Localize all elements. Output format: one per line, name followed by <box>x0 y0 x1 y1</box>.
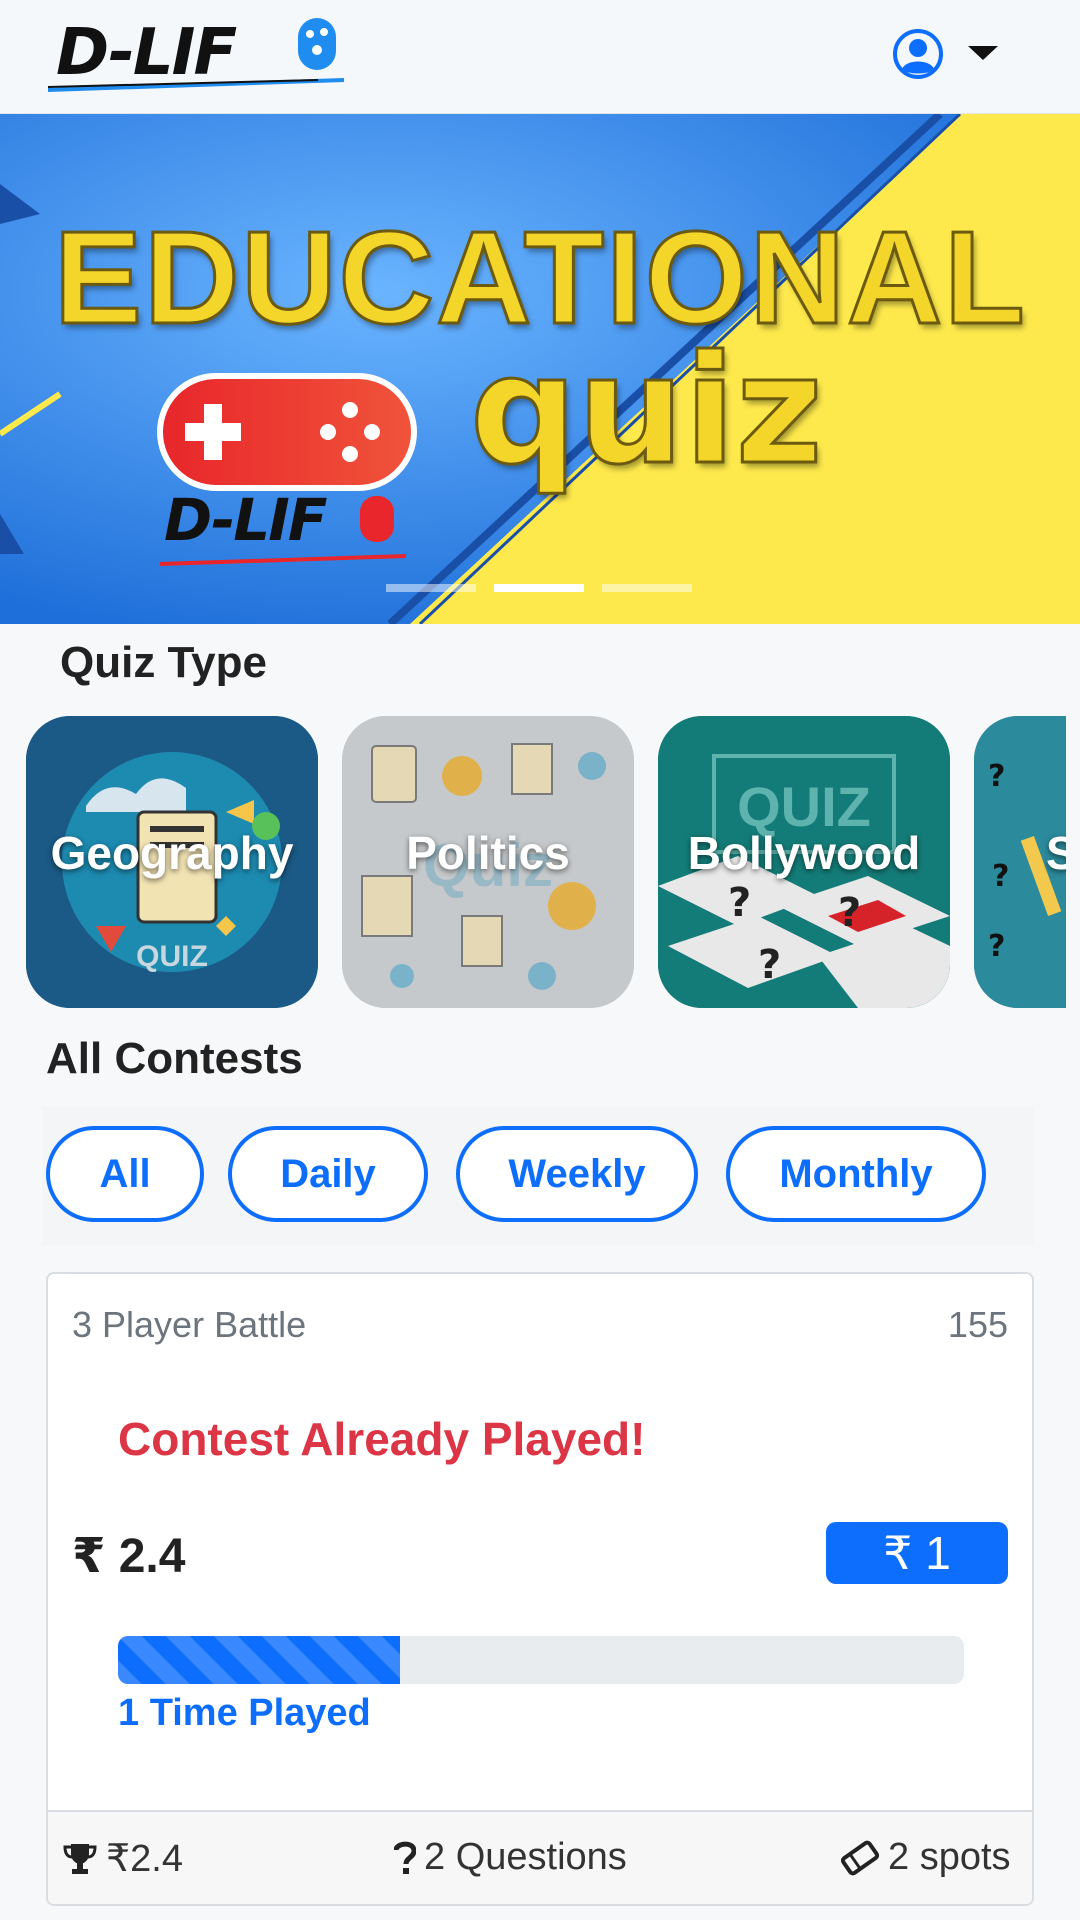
quiz-tile-bollywood[interactable]: QUIZ ? ? ? Bollywood <box>658 716 950 1008</box>
question-mark-icon <box>394 1841 416 1874</box>
filter-monthly-button[interactable]: Monthly <box>726 1126 986 1222</box>
quiz-tile-geography[interactable]: QUIZ Geography <box>26 716 318 1008</box>
quiz-tile-label: S <box>1046 827 1066 879</box>
banner-subtitle: quiz <box>469 323 825 500</box>
quiz-tile-label: Bollywood <box>687 827 921 879</box>
promo-banner-carousel[interactable]: EDUCATIONAL quiz D-LIF <box>0 114 1080 624</box>
banner-logo-text: D-LIF <box>164 486 327 554</box>
times-played-label: 1 Time Played <box>118 1692 371 1734</box>
participation-progress-bar <box>118 1636 964 1684</box>
svg-text:?: ? <box>758 942 781 988</box>
ticket-icon <box>840 1840 880 1875</box>
contest-card[interactable]: 3 Player Battle 155 Contest Already Play… <box>46 1272 1034 1906</box>
footer-spots: 2 spots <box>840 1836 1011 1879</box>
footer-questions-text: 2 Questions <box>424 1836 627 1878</box>
carousel-indicator-2[interactable] <box>494 584 584 592</box>
filter-all-button[interactable]: All <box>46 1126 204 1222</box>
prize-pool: ₹ 2.4 <box>72 1530 186 1583</box>
quiz-tile-partial[interactable]: ? ? ? S <box>974 716 1066 1008</box>
filter-weekly-button[interactable]: Weekly <box>456 1126 698 1222</box>
gamepad-icon <box>298 18 336 70</box>
progress-fill <box>118 1636 400 1684</box>
contest-filter-bar: All Daily Weekly Monthly <box>42 1106 1034 1246</box>
footer-spots-text: 2 spots <box>888 1836 1011 1878</box>
logo-text: D-LIF <box>56 16 237 90</box>
footer-questions: 2 Questions <box>394 1836 627 1879</box>
svg-text:?: ? <box>728 880 751 926</box>
svg-text:?: ? <box>988 929 1005 964</box>
trophy-icon <box>63 1843 97 1874</box>
app-header: D-LIF <box>0 0 1080 114</box>
all-contests-heading: All Contests <box>46 1034 303 1083</box>
footer-prize: ₹2.4 <box>62 1836 183 1881</box>
svg-text:?: ? <box>838 890 861 936</box>
svg-text:QUIZ: QUIZ <box>136 940 208 973</box>
contest-status: Contest Already Played! <box>118 1413 646 1465</box>
caret-down-icon <box>968 46 998 60</box>
carousel-indicator-3[interactable] <box>602 584 692 592</box>
svg-text:?: ? <box>988 759 1005 794</box>
quiz-tile-label: Politics <box>406 827 570 879</box>
contest-count: 155 <box>947 1304 1008 1345</box>
quiz-tile-politics[interactable]: Quiz Politics <box>342 716 634 1008</box>
carousel-indicator-1[interactable] <box>386 584 476 592</box>
entry-fee-button[interactable]: ₹ 1 <box>826 1522 1008 1584</box>
user-menu-toggle[interactable] <box>892 24 1002 88</box>
contest-type: 3 Player Battle <box>72 1304 307 1345</box>
svg-text:?: ? <box>992 859 1009 894</box>
user-circle-icon <box>893 29 943 79</box>
filter-daily-button[interactable]: Daily <box>228 1126 428 1222</box>
footer-prize-text: ₹2.4 <box>106 1838 184 1880</box>
card-footer: ₹2.4 2 Questions 2 spots <box>48 1810 1032 1904</box>
quiz-tile-label: Geography <box>50 827 294 879</box>
quiz-type-heading: Quiz Type <box>60 638 267 687</box>
brand-logo[interactable]: D-LIF <box>48 12 348 104</box>
